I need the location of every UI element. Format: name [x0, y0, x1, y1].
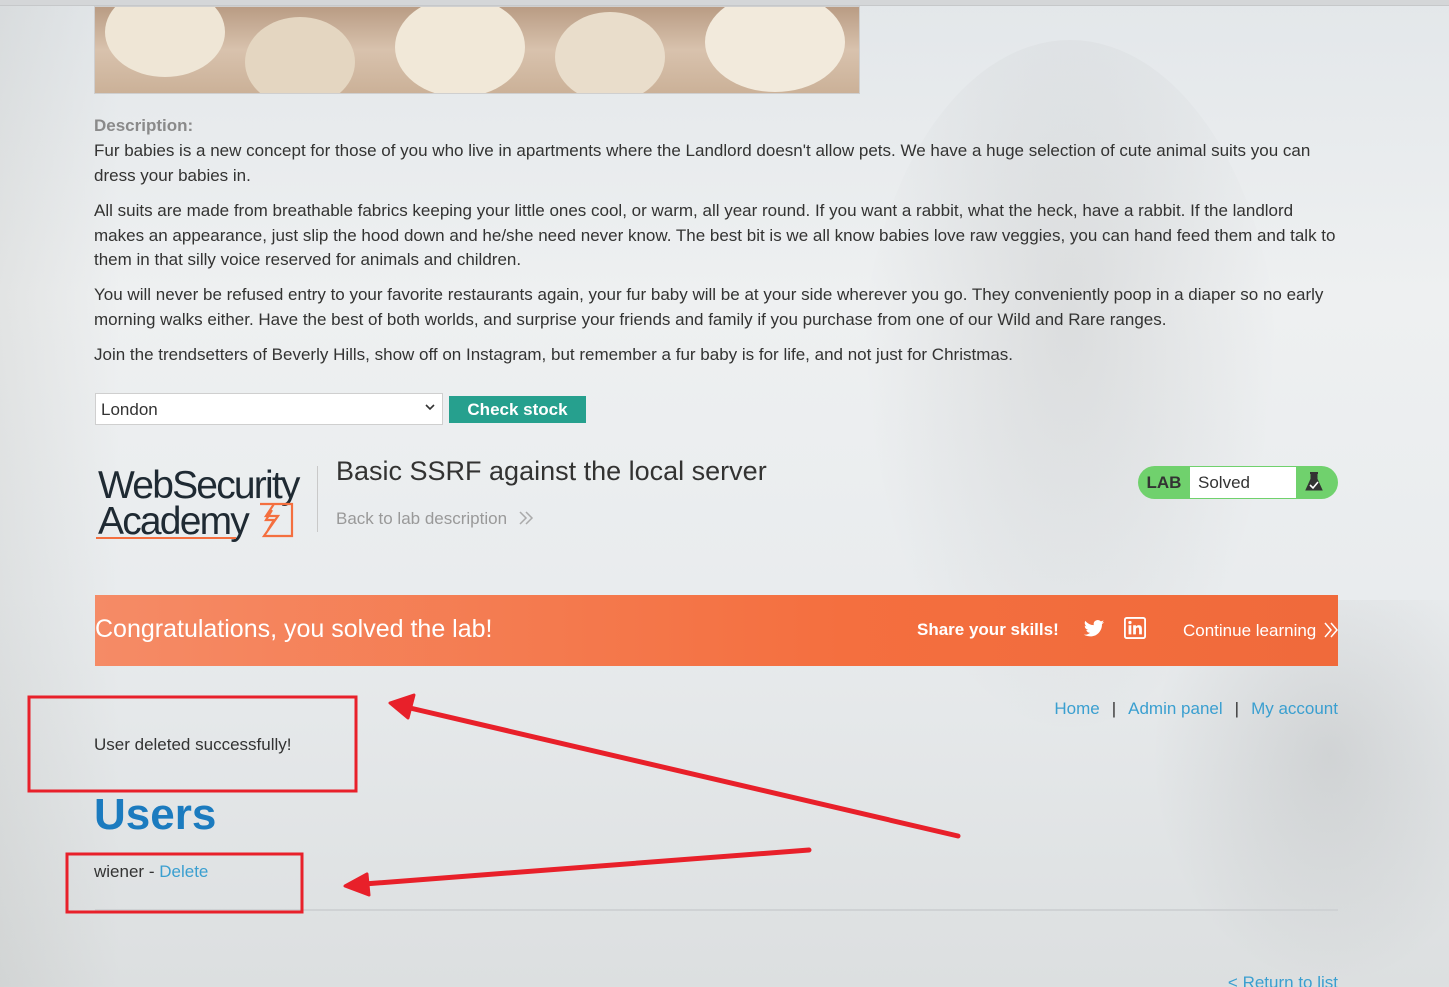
chevron-down-icon: [424, 400, 436, 417]
nav-separator: |: [1111, 699, 1117, 718]
description-paragraph: Fur babies is a new concept for those of…: [94, 141, 1311, 185]
annotation-arrowhead-user: [343, 872, 371, 897]
user-row: wiener - Delete: [94, 862, 208, 882]
share-skills-label: Share your skills!: [917, 620, 1059, 639]
flask-icon: [1298, 466, 1338, 499]
web-security-academy-logo[interactable]: WebSecurity Academy: [96, 464, 316, 544]
store-select-value: London: [101, 400, 158, 419]
back-to-lab-description-link[interactable]: Back to lab description: [336, 509, 534, 529]
double-chevron-right-icon: [1324, 622, 1338, 638]
back-link-label: Back to lab description: [336, 509, 508, 528]
nav-admin-panel-link[interactable]: Admin panel: [1128, 699, 1223, 718]
section-divider: [95, 909, 1338, 911]
nav-separator: |: [1234, 699, 1240, 718]
lab-status-widget: LAB Solved: [1138, 466, 1338, 499]
product-image: [94, 6, 860, 94]
annotation-arrowhead-message: [388, 693, 416, 720]
status-message: User deleted successfully!: [94, 735, 292, 754]
return-to-list-link[interactable]: < Return to list: [1228, 973, 1338, 987]
check-stock-button[interactable]: Check stock: [449, 396, 586, 423]
description-paragraph: You will never be refused entry to your …: [94, 285, 1324, 329]
nav-my-account-link[interactable]: My account: [1251, 699, 1338, 718]
users-heading: Users: [94, 790, 217, 839]
store-select[interactable]: London: [95, 393, 443, 425]
top-navigation: Home | Admin panel | My account: [1054, 699, 1338, 719]
linkedin-icon[interactable]: [1124, 617, 1146, 639]
solved-banner: Congratulations, you solved the lab! Sha…: [95, 595, 1338, 666]
twitter-icon[interactable]: [1083, 617, 1105, 639]
annotation-arrow-user: [361, 847, 812, 887]
user-row-separator: -: [148, 862, 155, 881]
lab-title: Basic SSRF against the local server: [336, 456, 767, 486]
delete-user-link[interactable]: Delete: [159, 862, 208, 881]
description-paragraph: All suits are made from breathable fabri…: [94, 201, 1336, 269]
header-divider: [317, 466, 318, 532]
congratulations-text: Congratulations, you solved the lab!: [95, 615, 493, 643]
description-label: Description:: [94, 116, 194, 135]
username: wiener: [94, 862, 145, 881]
continue-learning-link[interactable]: Continue learning: [1183, 621, 1316, 641]
description-paragraph: Join the trendsetters of Beverly Hills, …: [94, 345, 1014, 364]
double-chevron-right-icon: [519, 511, 533, 525]
logo-text-line2: Academy: [98, 500, 250, 543]
lab-status-text: Solved: [1190, 467, 1296, 498]
lab-tag: LAB: [1146, 473, 1182, 492]
nav-home-link[interactable]: Home: [1054, 699, 1099, 718]
annotation-arrow-message: [407, 705, 961, 839]
